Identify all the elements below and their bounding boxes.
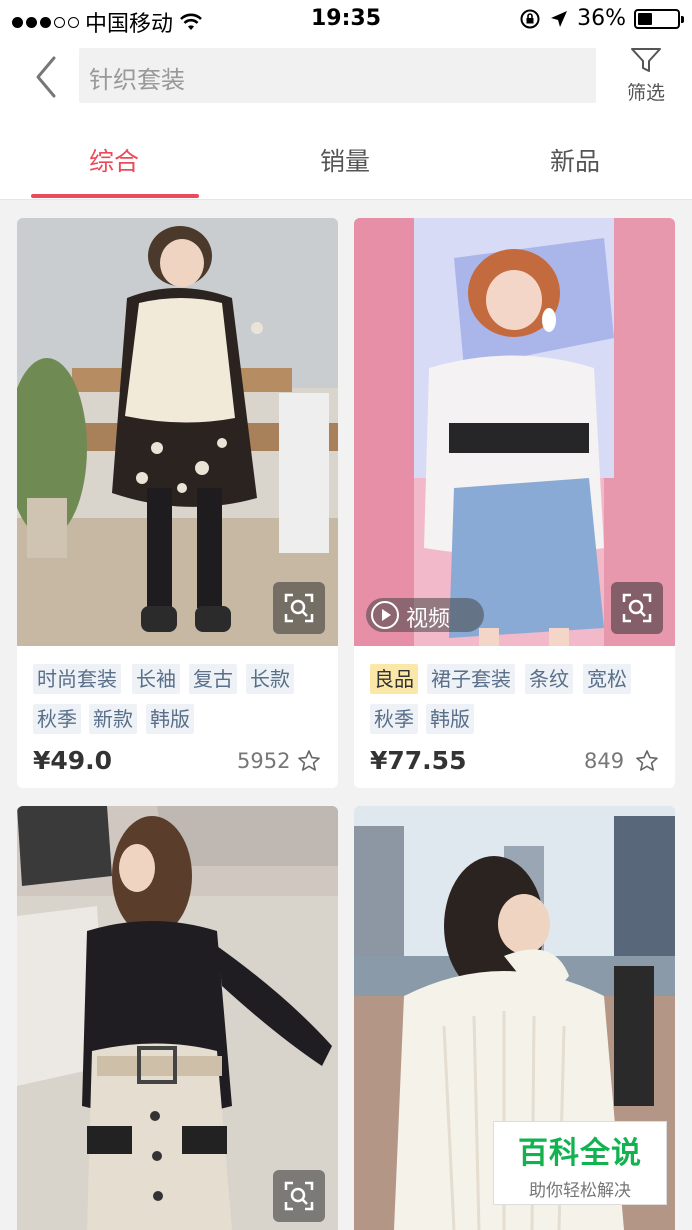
watermark-title: 百科全说 [518,1136,642,1171]
video-label: 视频 [406,607,451,632]
image-search-button[interactable] [273,582,325,634]
status-bar: 中国移动 19:35 36% [0,0,692,38]
product-card[interactable]: 视频 良品 裙子套装 条纹 宽松 秋季 韩版 ¥77.55 849 [354,218,675,788]
play-icon [371,601,399,629]
product-card[interactable]: 时尚套装 长袖 复古 长款 秋季 新款 韩版 ¥49.0 5952 [17,218,338,788]
rotation-lock-icon [520,9,540,28]
location-icon [551,10,568,27]
tab-active-underline [31,194,199,198]
search-header: 针织套装 筛选 [0,38,692,120]
image-search-icon [284,1181,314,1211]
product-tag: 时尚套装 [33,664,121,694]
product-tag: 韩版 [426,704,474,734]
product-sales: 5952 [237,749,291,773]
tab-new[interactable]: 新品 [550,142,600,178]
product-tag: 长袖 [132,664,180,694]
product-image [17,806,338,1230]
product-price: ¥77.55 [370,746,467,775]
product-tag: 韩版 [146,704,194,734]
back-icon[interactable] [28,52,68,102]
product-tag: 新款 [89,704,137,734]
image-search-icon [622,593,652,623]
battery-percent: 36% [577,6,626,31]
tab-sales[interactable]: 销量 [320,142,370,178]
search-input[interactable]: 针织套装 [79,48,596,103]
battery-icon [634,8,684,29]
product-sales: 849 [584,749,625,773]
product-tag: 秋季 [33,704,81,734]
product-tag: 条纹 [525,664,573,694]
product-tag: 裙子套装 [427,664,515,694]
product-card[interactable] [17,806,338,1230]
watermark-subtitle: 助你轻松解决 [529,1181,631,1201]
watermark-logo: 百科全说 助你轻松解决 [493,1121,667,1205]
status-right: 36% [519,6,684,31]
search-input-value: 针织套装 [89,66,185,94]
product-tag: 秋季 [370,704,418,734]
image-search-button[interactable] [273,1170,325,1222]
filter-label: 筛选 [626,82,665,104]
product-tag-highlight: 良品 [370,664,418,694]
star-icon[interactable] [635,749,659,773]
tab-overall[interactable]: 综合 [89,142,139,178]
filter-button[interactable]: 筛选 [618,46,674,106]
product-tag: 长款 [246,664,294,694]
video-badge[interactable]: 视频 [366,598,484,632]
product-tag: 宽松 [583,664,631,694]
star-icon[interactable] [297,749,321,773]
product-price: ¥49.0 [33,746,113,775]
product-tag: 复古 [189,664,237,694]
image-search-button[interactable] [611,582,663,634]
image-search-icon [284,593,314,623]
filter-icon [631,48,661,72]
sort-tabs: 综合 销量 新品 [0,120,692,200]
